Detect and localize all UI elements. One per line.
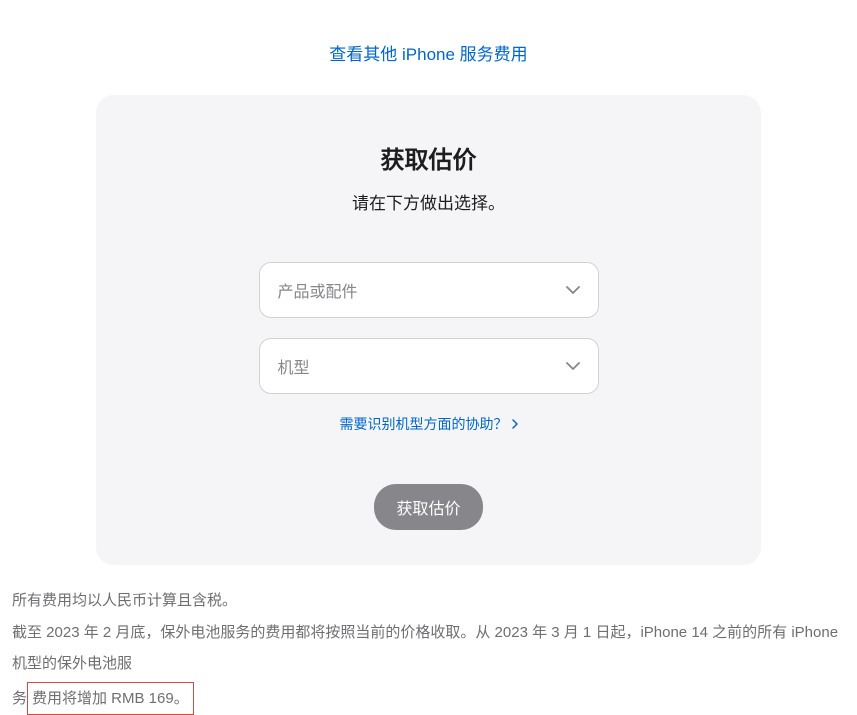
card-subtitle: 请在下方做出选择。 — [126, 189, 731, 214]
model-select[interactable]: 机型 — [259, 338, 599, 394]
footer-line-1: 所有费用均以人民币计算且含税。 — [12, 585, 845, 617]
product-select-placeholder: 产品或配件 — [278, 278, 566, 302]
footer-line-2: 截至 2023 年 2 月底，保外电池服务的费用都将按照当前的价格收取。从 20… — [12, 617, 845, 715]
help-link-container: 需要识别机型方面的协助？ — [126, 414, 731, 434]
product-select[interactable]: 产品或配件 — [259, 262, 599, 318]
view-other-fees-link-container: 查看其他 iPhone 服务费用 — [0, 40, 857, 65]
chevron-right-icon — [512, 416, 518, 432]
estimate-card: 获取估价 请在下方做出选择。 产品或配件 机型 需要识别机型方面的协助？ 获取估… — [96, 95, 761, 565]
chevron-down-icon — [566, 286, 580, 294]
help-link-text: 需要识别机型方面的协助？ — [340, 416, 508, 432]
card-title: 获取估价 — [126, 140, 731, 175]
price-increase-highlight: 费用将增加 RMB 169。 — [27, 682, 194, 715]
footer-notes: 所有费用均以人民币计算且含税。 截至 2023 年 2 月底，保外电池服务的费用… — [0, 585, 857, 715]
identify-model-help-link[interactable]: 需要识别机型方面的协助？ — [340, 416, 518, 432]
get-estimate-button[interactable]: 获取估价 — [374, 484, 482, 530]
model-select-placeholder: 机型 — [278, 354, 566, 378]
chevron-down-icon — [566, 362, 580, 370]
view-other-fees-link[interactable]: 查看其他 iPhone 服务费用 — [329, 45, 527, 64]
